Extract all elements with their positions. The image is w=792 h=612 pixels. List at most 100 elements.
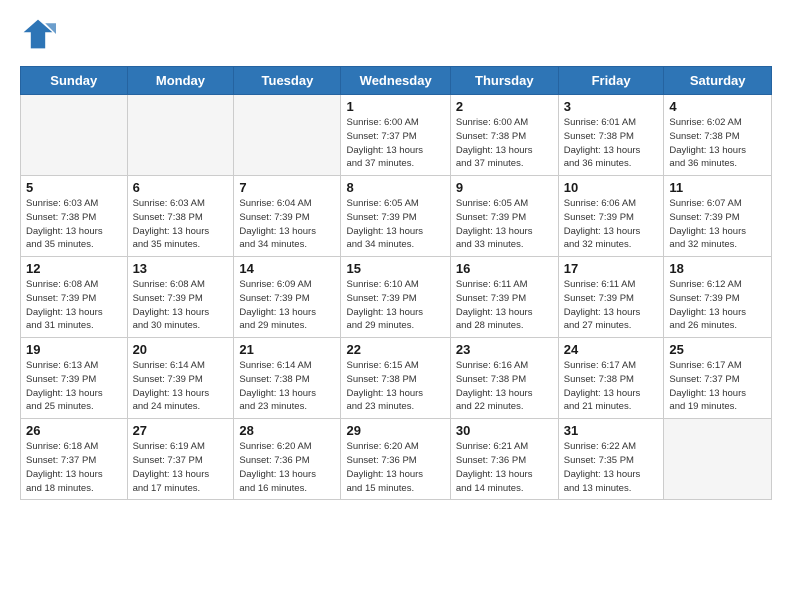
day-info: Sunrise: 6:17 AM Sunset: 7:37 PM Dayligh… bbox=[669, 359, 766, 414]
day-info: Sunrise: 6:08 AM Sunset: 7:39 PM Dayligh… bbox=[133, 278, 229, 333]
calendar-cell: 27 Sunrise: 6:19 AM Sunset: 7:37 PM Dayli… bbox=[127, 419, 234, 500]
week-row-1: 1 Sunrise: 6:00 AM Sunset: 7:37 PM Daylig… bbox=[21, 95, 772, 176]
calendar-cell: 19 Sunrise: 6:13 AM Sunset: 7:39 PM Dayli… bbox=[21, 338, 128, 419]
day-number: 25 bbox=[669, 342, 766, 357]
day-info: Sunrise: 6:20 AM Sunset: 7:36 PM Dayligh… bbox=[239, 440, 335, 495]
day-number: 19 bbox=[26, 342, 122, 357]
day-info: Sunrise: 6:04 AM Sunset: 7:39 PM Dayligh… bbox=[239, 197, 335, 252]
calendar-cell: 5 Sunrise: 6:03 AM Sunset: 7:38 PM Daylig… bbox=[21, 176, 128, 257]
day-info: Sunrise: 6:17 AM Sunset: 7:38 PM Dayligh… bbox=[564, 359, 659, 414]
day-number: 27 bbox=[133, 423, 229, 438]
calendar-cell: 14 Sunrise: 6:09 AM Sunset: 7:39 PM Dayli… bbox=[234, 257, 341, 338]
day-header-thursday: Thursday bbox=[450, 67, 558, 95]
calendar-cell: 28 Sunrise: 6:20 AM Sunset: 7:36 PM Dayli… bbox=[234, 419, 341, 500]
day-number: 12 bbox=[26, 261, 122, 276]
calendar-cell: 24 Sunrise: 6:17 AM Sunset: 7:38 PM Dayli… bbox=[558, 338, 664, 419]
day-info: Sunrise: 6:08 AM Sunset: 7:39 PM Dayligh… bbox=[26, 278, 122, 333]
day-number: 28 bbox=[239, 423, 335, 438]
day-number: 22 bbox=[346, 342, 444, 357]
calendar-cell bbox=[664, 419, 772, 500]
day-number: 24 bbox=[564, 342, 659, 357]
day-info: Sunrise: 6:18 AM Sunset: 7:37 PM Dayligh… bbox=[26, 440, 122, 495]
day-info: Sunrise: 6:03 AM Sunset: 7:38 PM Dayligh… bbox=[26, 197, 122, 252]
day-header-tuesday: Tuesday bbox=[234, 67, 341, 95]
day-number: 30 bbox=[456, 423, 553, 438]
day-info: Sunrise: 6:05 AM Sunset: 7:39 PM Dayligh… bbox=[346, 197, 444, 252]
day-info: Sunrise: 6:13 AM Sunset: 7:39 PM Dayligh… bbox=[26, 359, 122, 414]
calendar-cell: 29 Sunrise: 6:20 AM Sunset: 7:36 PM Dayli… bbox=[341, 419, 450, 500]
day-info: Sunrise: 6:09 AM Sunset: 7:39 PM Dayligh… bbox=[239, 278, 335, 333]
day-info: Sunrise: 6:21 AM Sunset: 7:36 PM Dayligh… bbox=[456, 440, 553, 495]
day-number: 13 bbox=[133, 261, 229, 276]
calendar-header-row: SundayMondayTuesdayWednesdayThursdayFrid… bbox=[21, 67, 772, 95]
day-number: 23 bbox=[456, 342, 553, 357]
day-number: 6 bbox=[133, 180, 229, 195]
week-row-4: 19 Sunrise: 6:13 AM Sunset: 7:39 PM Dayli… bbox=[21, 338, 772, 419]
calendar-cell: 22 Sunrise: 6:15 AM Sunset: 7:38 PM Dayli… bbox=[341, 338, 450, 419]
day-header-friday: Friday bbox=[558, 67, 664, 95]
calendar-cell: 1 Sunrise: 6:00 AM Sunset: 7:37 PM Daylig… bbox=[341, 95, 450, 176]
calendar-cell bbox=[234, 95, 341, 176]
calendar-cell: 3 Sunrise: 6:01 AM Sunset: 7:38 PM Daylig… bbox=[558, 95, 664, 176]
logo-icon bbox=[20, 16, 56, 52]
day-info: Sunrise: 6:01 AM Sunset: 7:38 PM Dayligh… bbox=[564, 116, 659, 171]
day-number: 17 bbox=[564, 261, 659, 276]
day-info: Sunrise: 6:20 AM Sunset: 7:36 PM Dayligh… bbox=[346, 440, 444, 495]
day-info: Sunrise: 6:00 AM Sunset: 7:38 PM Dayligh… bbox=[456, 116, 553, 171]
day-number: 10 bbox=[564, 180, 659, 195]
day-info: Sunrise: 6:11 AM Sunset: 7:39 PM Dayligh… bbox=[456, 278, 553, 333]
day-info: Sunrise: 6:03 AM Sunset: 7:38 PM Dayligh… bbox=[133, 197, 229, 252]
day-info: Sunrise: 6:02 AM Sunset: 7:38 PM Dayligh… bbox=[669, 116, 766, 171]
day-number: 1 bbox=[346, 99, 444, 114]
day-info: Sunrise: 6:10 AM Sunset: 7:39 PM Dayligh… bbox=[346, 278, 444, 333]
day-number: 15 bbox=[346, 261, 444, 276]
calendar-cell: 6 Sunrise: 6:03 AM Sunset: 7:38 PM Daylig… bbox=[127, 176, 234, 257]
calendar-cell bbox=[127, 95, 234, 176]
calendar-cell: 15 Sunrise: 6:10 AM Sunset: 7:39 PM Dayli… bbox=[341, 257, 450, 338]
calendar-cell: 31 Sunrise: 6:22 AM Sunset: 7:35 PM Dayli… bbox=[558, 419, 664, 500]
day-info: Sunrise: 6:07 AM Sunset: 7:39 PM Dayligh… bbox=[669, 197, 766, 252]
calendar-cell bbox=[21, 95, 128, 176]
day-number: 20 bbox=[133, 342, 229, 357]
day-number: 26 bbox=[26, 423, 122, 438]
calendar-cell: 11 Sunrise: 6:07 AM Sunset: 7:39 PM Dayli… bbox=[664, 176, 772, 257]
day-number: 5 bbox=[26, 180, 122, 195]
day-number: 21 bbox=[239, 342, 335, 357]
calendar-cell: 2 Sunrise: 6:00 AM Sunset: 7:38 PM Daylig… bbox=[450, 95, 558, 176]
calendar-cell: 7 Sunrise: 6:04 AM Sunset: 7:39 PM Daylig… bbox=[234, 176, 341, 257]
day-info: Sunrise: 6:00 AM Sunset: 7:37 PM Dayligh… bbox=[346, 116, 444, 171]
day-number: 4 bbox=[669, 99, 766, 114]
calendar-cell: 23 Sunrise: 6:16 AM Sunset: 7:38 PM Dayli… bbox=[450, 338, 558, 419]
logo bbox=[20, 16, 60, 52]
day-info: Sunrise: 6:14 AM Sunset: 7:39 PM Dayligh… bbox=[133, 359, 229, 414]
day-number: 14 bbox=[239, 261, 335, 276]
calendar-cell: 12 Sunrise: 6:08 AM Sunset: 7:39 PM Dayli… bbox=[21, 257, 128, 338]
calendar-cell: 13 Sunrise: 6:08 AM Sunset: 7:39 PM Dayli… bbox=[127, 257, 234, 338]
day-header-monday: Monday bbox=[127, 67, 234, 95]
day-number: 8 bbox=[346, 180, 444, 195]
day-info: Sunrise: 6:05 AM Sunset: 7:39 PM Dayligh… bbox=[456, 197, 553, 252]
day-number: 7 bbox=[239, 180, 335, 195]
page-header bbox=[20, 16, 772, 52]
calendar-cell: 9Sunrise: 6:05 AM Sunset: 7:39 PM Daylig… bbox=[450, 176, 558, 257]
day-info: Sunrise: 6:19 AM Sunset: 7:37 PM Dayligh… bbox=[133, 440, 229, 495]
day-number: 11 bbox=[669, 180, 766, 195]
day-number: 31 bbox=[564, 423, 659, 438]
day-info: Sunrise: 6:14 AM Sunset: 7:38 PM Dayligh… bbox=[239, 359, 335, 414]
day-info: Sunrise: 6:22 AM Sunset: 7:35 PM Dayligh… bbox=[564, 440, 659, 495]
day-number: 3 bbox=[564, 99, 659, 114]
calendar-cell: 26 Sunrise: 6:18 AM Sunset: 7:37 PM Dayli… bbox=[21, 419, 128, 500]
day-info: Sunrise: 6:11 AM Sunset: 7:39 PM Dayligh… bbox=[564, 278, 659, 333]
day-info: Sunrise: 6:15 AM Sunset: 7:38 PM Dayligh… bbox=[346, 359, 444, 414]
day-number: 29 bbox=[346, 423, 444, 438]
calendar-cell: 25 Sunrise: 6:17 AM Sunset: 7:37 PM Dayli… bbox=[664, 338, 772, 419]
day-info: Sunrise: 6:12 AM Sunset: 7:39 PM Dayligh… bbox=[669, 278, 766, 333]
calendar-cell: 30 Sunrise: 6:21 AM Sunset: 7:36 PM Dayli… bbox=[450, 419, 558, 500]
calendar-cell: 10Sunrise: 6:06 AM Sunset: 7:39 PM Dayli… bbox=[558, 176, 664, 257]
calendar-cell: 4 Sunrise: 6:02 AM Sunset: 7:38 PM Daylig… bbox=[664, 95, 772, 176]
day-header-sunday: Sunday bbox=[21, 67, 128, 95]
week-row-2: 5 Sunrise: 6:03 AM Sunset: 7:38 PM Daylig… bbox=[21, 176, 772, 257]
day-info: Sunrise: 6:16 AM Sunset: 7:38 PM Dayligh… bbox=[456, 359, 553, 414]
day-header-wednesday: Wednesday bbox=[341, 67, 450, 95]
day-number: 2 bbox=[456, 99, 553, 114]
